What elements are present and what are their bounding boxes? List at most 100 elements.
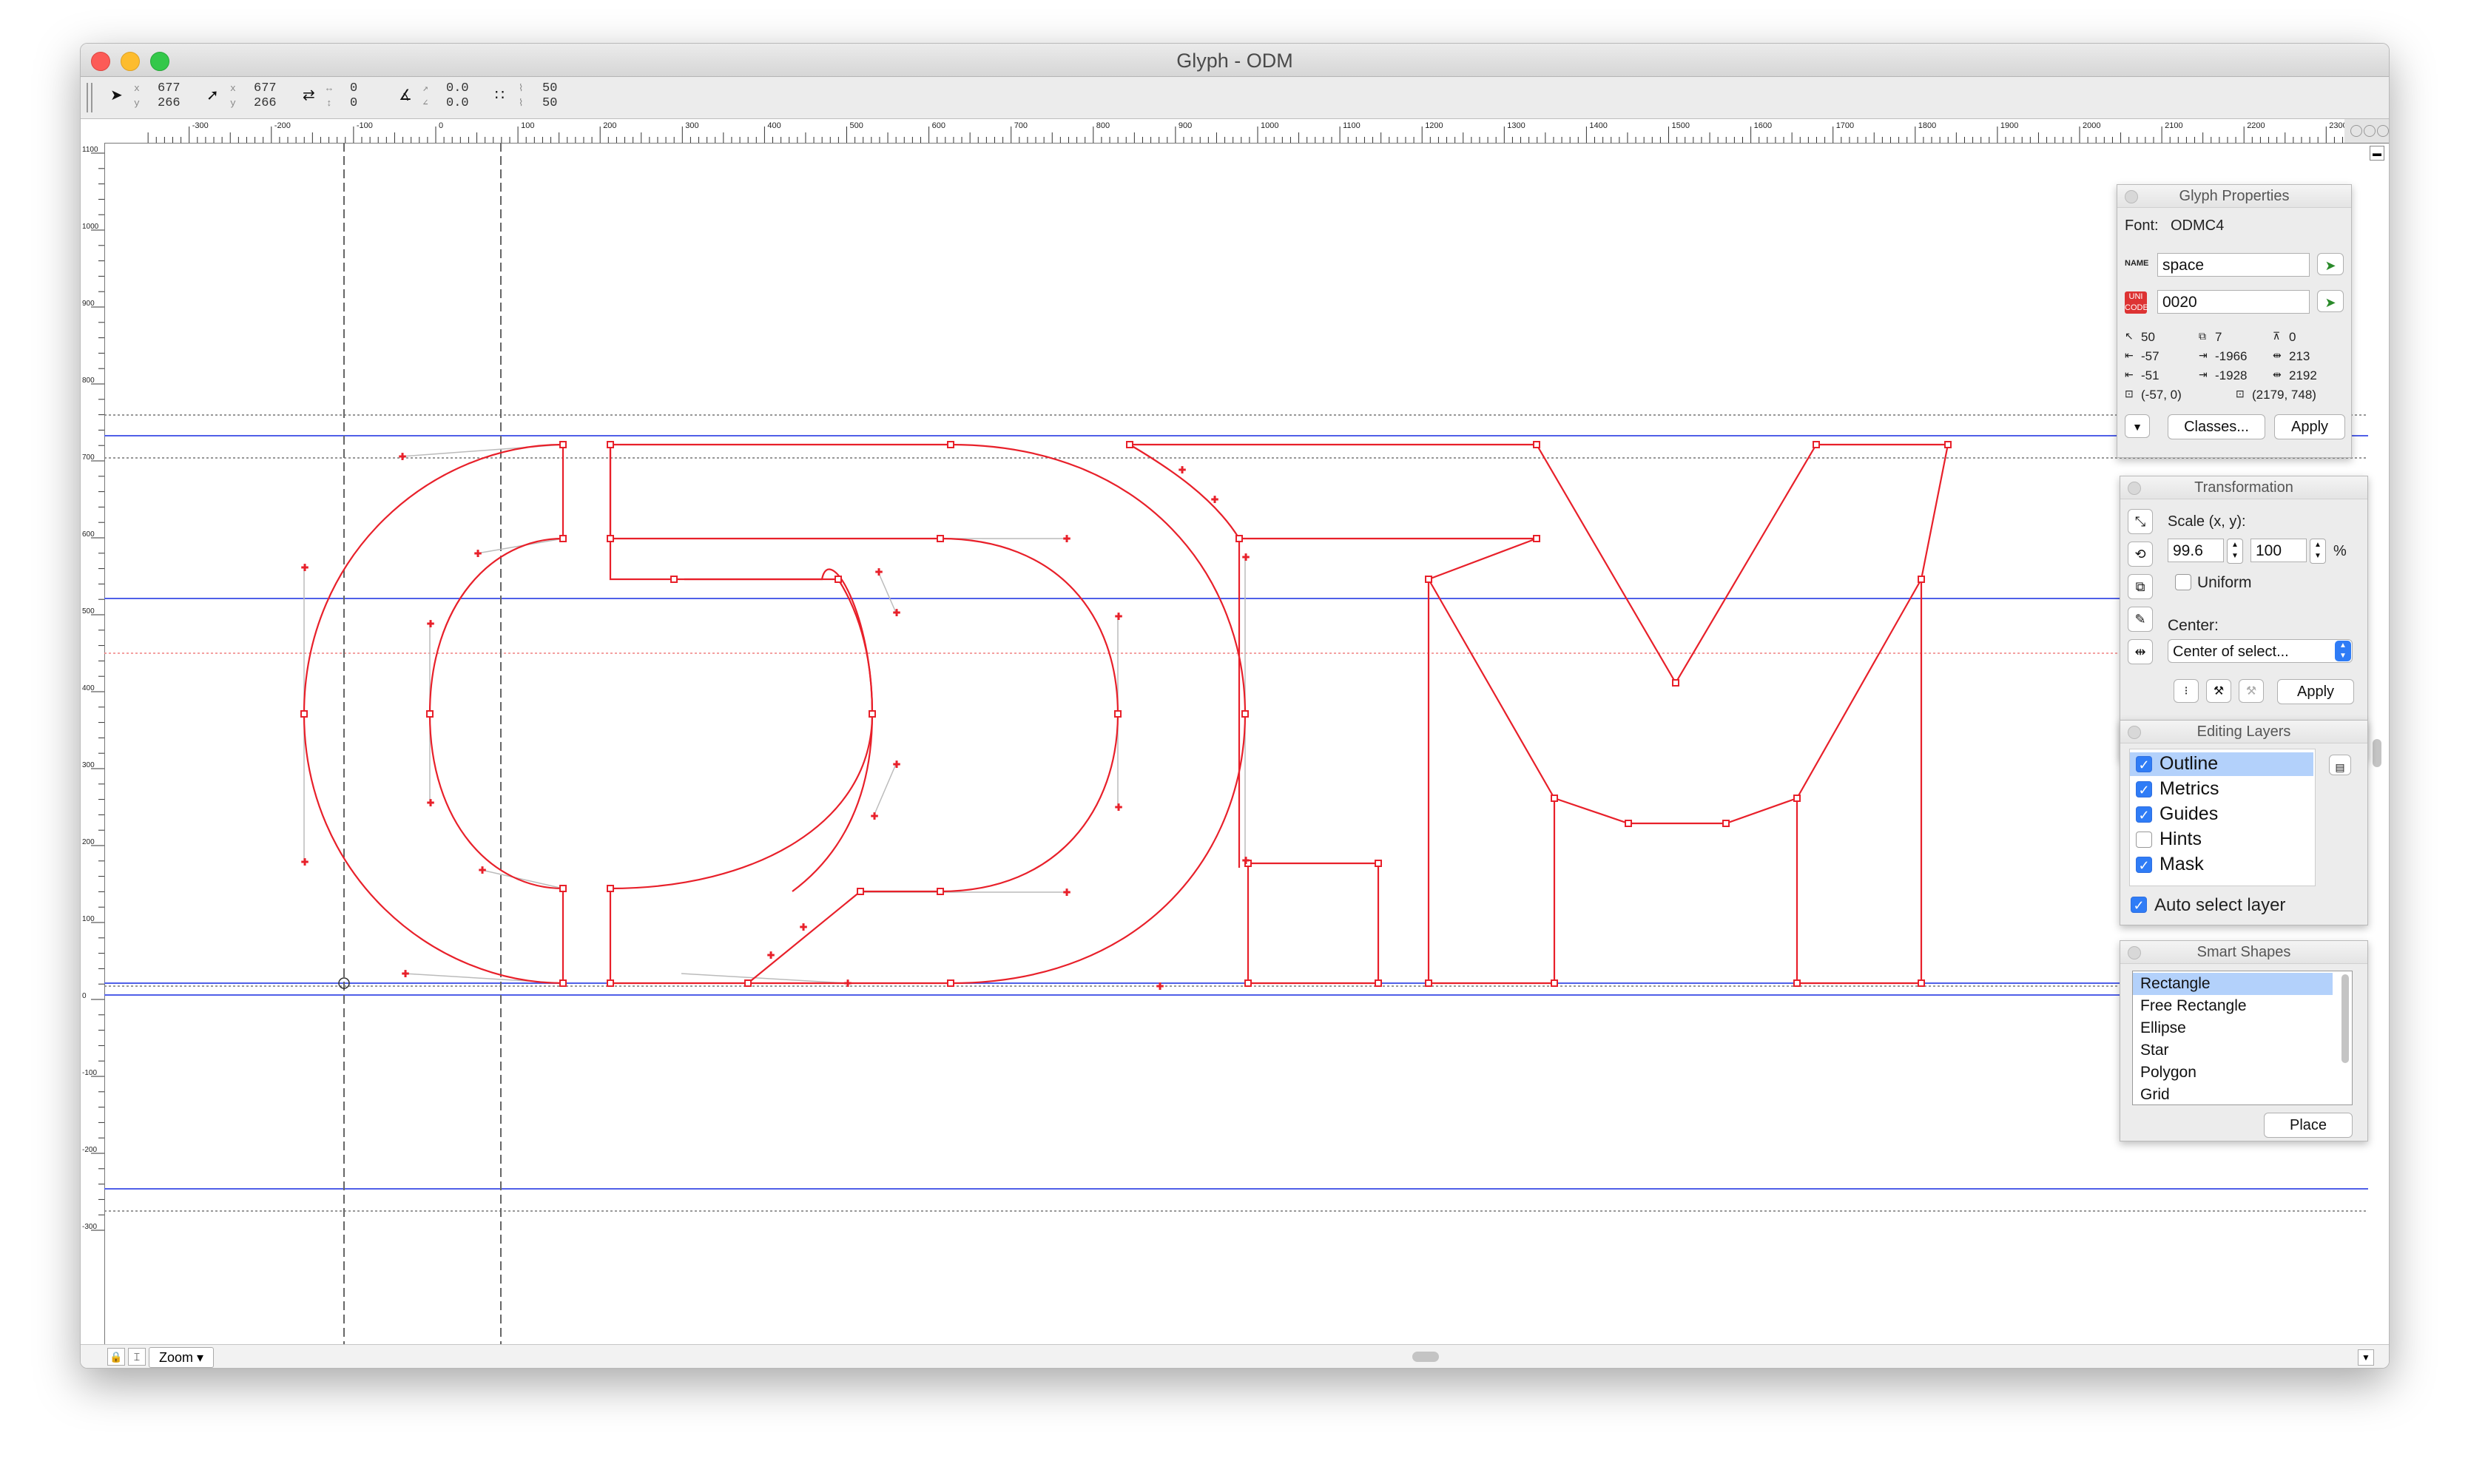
outline-node[interactable] xyxy=(559,885,567,892)
off-curve-control-point[interactable]: + xyxy=(1114,610,1123,622)
off-curve-control-point[interactable]: + xyxy=(1210,493,1219,505)
rotate-tool-icon[interactable]: ⟲ xyxy=(2128,542,2153,567)
outline-node[interactable] xyxy=(1551,979,1558,987)
scale-y-stepper[interactable]: ▲ ▼ xyxy=(2310,539,2326,564)
letter-m-inner-contour[interactable] xyxy=(1238,539,1922,868)
outline-node[interactable] xyxy=(607,885,614,892)
letter-d-counter-contour[interactable] xyxy=(609,445,1119,984)
off-curve-control-point[interactable]: + xyxy=(1241,854,1250,866)
toolbar-grip[interactable] xyxy=(87,83,92,112)
text-cursor-icon[interactable]: ⌶ xyxy=(128,1348,146,1366)
scale-x-stepper[interactable]: ▲ ▼ xyxy=(2227,539,2243,564)
off-curve-control-point[interactable]: + xyxy=(426,797,435,809)
outline-node[interactable] xyxy=(1375,979,1382,987)
layer-checkbox[interactable] xyxy=(2136,832,2152,848)
period-contour[interactable] xyxy=(1247,862,1380,985)
hammer-icon[interactable]: ⚒ xyxy=(2206,679,2231,703)
layer-checkbox[interactable]: ✓ xyxy=(2136,756,2152,772)
align-points-icon[interactable]: ⁝ xyxy=(2174,679,2199,703)
outline-node[interactable] xyxy=(1114,710,1122,718)
outline-node[interactable] xyxy=(1672,679,1679,687)
off-curve-control-point[interactable]: + xyxy=(1062,886,1071,898)
off-curve-control-point[interactable]: + xyxy=(892,758,901,770)
layer-checkbox[interactable]: ✓ xyxy=(2136,857,2152,873)
layer-checkbox[interactable]: ✓ xyxy=(2136,806,2152,823)
panel-close-button[interactable] xyxy=(2128,482,2141,495)
shape-item[interactable]: Star xyxy=(2133,1039,2333,1062)
letter-d-contour[interactable] xyxy=(609,443,1247,985)
outline-node[interactable] xyxy=(607,535,614,542)
outline-node[interactable] xyxy=(857,888,864,895)
letter-m-contour[interactable] xyxy=(1126,443,1949,985)
layer-row-guides[interactable]: ✓ Guides xyxy=(2130,803,2313,826)
outline-node[interactable] xyxy=(1918,979,1925,987)
outline-node[interactable] xyxy=(1533,535,1540,542)
zoom-menu[interactable]: Zoom ▾ xyxy=(149,1347,214,1368)
layer-row-outline[interactable]: ✓ Outline xyxy=(2130,752,2313,776)
outline-node[interactable] xyxy=(1375,860,1382,867)
shape-item[interactable]: Grid xyxy=(2133,1084,2333,1104)
outline-node[interactable] xyxy=(607,979,614,987)
uniform-checkbox[interactable] xyxy=(2175,574,2191,590)
outline-node[interactable] xyxy=(1793,979,1801,987)
off-curve-control-point[interactable]: + xyxy=(1114,801,1123,813)
outline-node[interactable] xyxy=(1625,820,1632,827)
outline-node[interactable] xyxy=(1918,576,1925,583)
off-curve-control-point[interactable]: + xyxy=(300,561,309,573)
layer-checkbox[interactable]: ✓ xyxy=(2136,781,2152,797)
panel-close-button[interactable] xyxy=(2128,726,2141,739)
shape-item[interactable]: Ellipse xyxy=(2133,1017,2333,1039)
horizontal-ruler[interactable]: -300 -200 -100 0 100 200 300 400 500 600 700 800 900… xyxy=(81,119,2347,144)
outline-node[interactable] xyxy=(1126,441,1133,448)
off-curve-control-point[interactable]: + xyxy=(401,968,410,979)
horizontal-scrollbar-thumb[interactable] xyxy=(1412,1352,1439,1362)
outline-node[interactable] xyxy=(947,979,954,987)
outline-node[interactable] xyxy=(1235,535,1243,542)
scale-x-field[interactable]: 99.6 xyxy=(2168,539,2224,562)
outline-node[interactable] xyxy=(1944,441,1952,448)
outline-node[interactable] xyxy=(607,441,614,448)
layer-row-mask[interactable]: ✓ Mask xyxy=(2130,853,2313,877)
lock-icon[interactable]: 🔒 xyxy=(107,1348,125,1366)
outline-points[interactable]: + + + + + + + + + + + + + + + + + + + + + + + + xyxy=(300,441,1952,992)
outline-node[interactable] xyxy=(426,710,434,718)
scroll-down-icon[interactable]: ▼ xyxy=(2358,1349,2374,1366)
outline-node[interactable] xyxy=(559,535,567,542)
glyph-apply-button[interactable]: Apply xyxy=(2274,414,2345,439)
glyph-name-field[interactable]: space xyxy=(2157,253,2310,277)
off-curve-control-point[interactable]: + xyxy=(1178,464,1187,476)
center-select-chevron-icon[interactable]: ▲ ▼ xyxy=(2335,641,2351,661)
off-curve-control-point[interactable]: + xyxy=(473,547,482,559)
outline-node[interactable] xyxy=(670,576,678,583)
glyph-canvas[interactable]: + + + + + + + + + + + + + + + + + + + + + + + + xyxy=(104,143,2368,1344)
transform-apply-button[interactable]: Apply xyxy=(2277,679,2354,704)
outline-node[interactable] xyxy=(1722,820,1730,827)
vertical-ruler[interactable]: 1100 1000 900 800 700 600 500 400 300 200 100 0 -100… xyxy=(81,143,105,1349)
apply-unicode-arrow-icon[interactable]: ➤ xyxy=(2317,290,2344,312)
off-curve-control-point[interactable]: + xyxy=(1241,551,1250,563)
place-button[interactable]: Place xyxy=(2264,1113,2353,1138)
apply-name-arrow-icon[interactable]: ➤ xyxy=(2317,253,2344,275)
shape-item[interactable]: Rectangle xyxy=(2133,973,2333,995)
off-curve-control-point[interactable]: + xyxy=(398,451,407,462)
outline-node[interactable] xyxy=(559,441,567,448)
glyph-outlines[interactable] xyxy=(303,443,1949,985)
hammer-disabled-icon[interactable]: ⚒ xyxy=(2239,679,2264,703)
outline-node[interactable] xyxy=(559,979,567,987)
off-curve-control-point[interactable]: + xyxy=(426,618,435,630)
outline-node[interactable] xyxy=(1425,576,1432,583)
outline-node[interactable] xyxy=(1793,795,1801,802)
arrow-plus-icon[interactable]: ➚ xyxy=(206,86,219,104)
vertical-scrollbar-thumb[interactable] xyxy=(2373,739,2381,767)
panel-close-button[interactable] xyxy=(2128,946,2141,959)
outline-node[interactable] xyxy=(1533,441,1540,448)
off-curve-control-point[interactable]: + xyxy=(1156,980,1164,992)
arrow-select-icon[interactable]: ➤ xyxy=(110,86,123,104)
mirror-tool-icon[interactable]: ⇹ xyxy=(2128,639,2153,664)
unicode-field[interactable]: 0020 xyxy=(2157,290,2310,314)
shape-item[interactable]: Polygon xyxy=(2133,1062,2333,1084)
shapes-scrollbar-thumb[interactable] xyxy=(2341,974,2349,1063)
outline-node[interactable] xyxy=(1813,441,1820,448)
auto-select-checkbox[interactable]: ✓ xyxy=(2131,897,2147,913)
outline-node[interactable] xyxy=(937,888,944,895)
